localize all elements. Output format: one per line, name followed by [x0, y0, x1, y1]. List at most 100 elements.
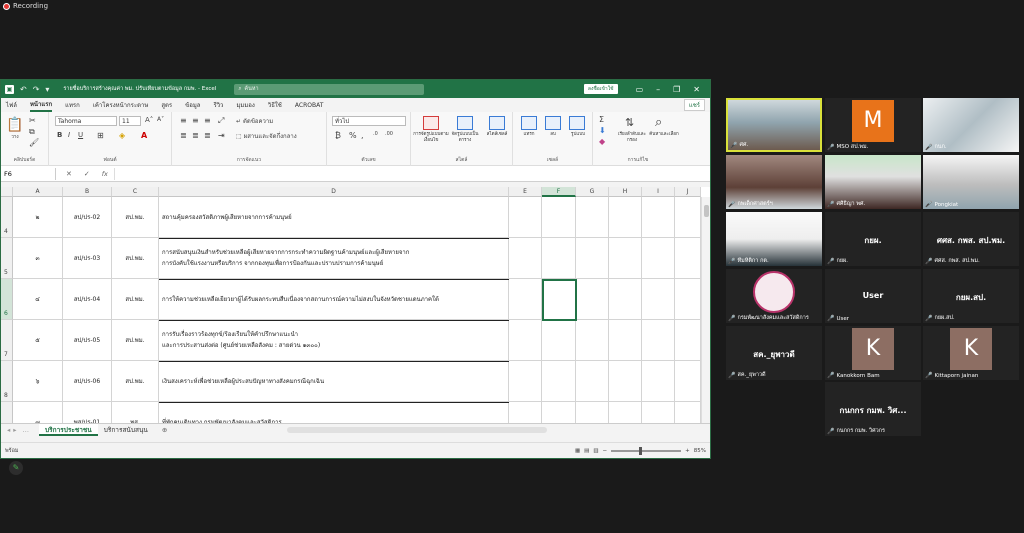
align-center-icon[interactable]: ≣: [192, 131, 199, 140]
italic-icon[interactable]: I: [68, 131, 70, 139]
cell-g[interactable]: [576, 320, 609, 360]
zoom-in-icon[interactable]: +: [685, 448, 690, 454]
tab-insert[interactable]: แทรก: [65, 100, 80, 110]
cell-i[interactable]: [642, 320, 675, 360]
clear-icon[interactable]: ◆: [599, 137, 605, 146]
indent-icon[interactable]: ⇥: [218, 131, 225, 140]
shrink-font-icon[interactable]: A˅: [157, 116, 164, 123]
cell-d[interactable]: การให้ความช่วยเหลือเยียวยาผู้ได้รับผลกระ…: [159, 279, 509, 319]
close-icon[interactable]: ✕: [693, 85, 700, 94]
format-painter-icon[interactable]: 🖌: [29, 138, 39, 147]
horizontal-scrollbar[interactable]: [287, 427, 548, 433]
cell-e[interactable]: [509, 238, 542, 278]
comma-icon[interactable]: ,: [361, 131, 364, 140]
cell-c[interactable]: พส.: [112, 402, 159, 423]
vertical-scrollbar[interactable]: [701, 197, 710, 423]
participant-tile[interactable]: 🎤 ศศ.: [726, 98, 822, 152]
col-header-f[interactable]: F: [542, 187, 576, 197]
cell-h[interactable]: [609, 402, 642, 423]
grow-font-icon[interactable]: A˄: [145, 116, 153, 124]
font-size-select[interactable]: 11: [119, 116, 141, 126]
formula-buttons-icon[interactable]: ✕✓: [66, 170, 102, 178]
cell-j[interactable]: [675, 402, 701, 423]
font-name-select[interactable]: Tahoma: [55, 116, 117, 126]
cond-format-label[interactable]: การจัดรูปแบบตามเงื่อนไข: [413, 132, 449, 144]
cell-b[interactable]: สป/ปร-05: [63, 320, 112, 360]
participant-tile[interactable]: K 🎤 Kanokkorn Bam: [825, 326, 921, 380]
col-header-c[interactable]: C: [112, 187, 159, 197]
insert-label[interactable]: แทรก: [517, 132, 541, 138]
tab-view[interactable]: มุมมอง: [236, 100, 254, 110]
customize-icon[interactable]: ▾: [45, 85, 49, 94]
participant-tile[interactable]: M 🎤 MSO สป.พม.: [825, 98, 921, 152]
row-header[interactable]: 7: [1, 320, 13, 361]
zoom-knob[interactable]: [639, 446, 643, 455]
cell-c[interactable]: สป.พม.: [112, 238, 159, 278]
cell-c[interactable]: สป.พม.: [112, 197, 159, 237]
autosave-icon[interactable]: ▣: [5, 84, 14, 94]
format-table-label[interactable]: จัดรูปแบบเป็นตาราง: [447, 132, 483, 144]
search-box[interactable]: ⌕ ค้นหา: [234, 83, 425, 95]
cell-g[interactable]: [576, 361, 609, 401]
cell-a[interactable]: ๗: [13, 402, 63, 423]
format-table-icon[interactable]: [457, 116, 473, 130]
copy-icon[interactable]: ⧉: [29, 127, 35, 137]
cell-e[interactable]: [509, 320, 542, 360]
cut-icon[interactable]: ✂: [29, 116, 36, 125]
format-cells-icon[interactable]: [569, 116, 585, 130]
cell-f[interactable]: [542, 320, 576, 360]
cell-j[interactable]: [675, 197, 701, 237]
page-layout-icon[interactable]: ▤: [584, 448, 589, 454]
cell-b[interactable]: พส/ปร-01: [63, 402, 112, 423]
participant-tile[interactable]: 🎤 กพเด็กศาสตร์ฯ: [726, 155, 822, 209]
cell-d[interactable]: เงินสงเคราะห์เพื่อช่วยเหลือผู้ประสบปัญหา…: [159, 361, 509, 401]
sheet-next-icon[interactable]: ▸: [13, 426, 16, 434]
delete-cells-icon[interactable]: [545, 116, 561, 130]
cell-i[interactable]: [642, 238, 675, 278]
participant-tile[interactable]: กยผ. 🎤 กยผ.: [825, 212, 921, 266]
restore-icon[interactable]: ❐: [673, 85, 680, 94]
cell-h[interactable]: [609, 279, 642, 319]
participant-tile[interactable]: K 🎤 Kittaporn jainan: [923, 326, 1019, 380]
participant-tile[interactable]: สค._ยุพาวดี 🎤 สค._ยุพาวดี: [726, 326, 822, 380]
redo-icon[interactable]: ↷: [33, 85, 40, 94]
participant-tile[interactable]: 🎤 ทีมหิติกา กต.: [726, 212, 822, 266]
ribbon-display-icon[interactable]: ▭: [636, 85, 644, 94]
col-header-e[interactable]: E: [509, 187, 542, 197]
format-label[interactable]: รูปแบบ: [565, 132, 591, 138]
participant-tile[interactable]: 🎤 กบภ.: [923, 98, 1019, 152]
font-color-icon[interactable]: A: [141, 131, 147, 140]
name-box[interactable]: F6: [1, 167, 56, 180]
sheet-tab-public-service[interactable]: บริการประชาชน: [39, 424, 98, 436]
row-header[interactable]: 4: [1, 197, 13, 238]
cell-c[interactable]: สป.พม.: [112, 279, 159, 319]
find-select-label[interactable]: ค้นหาและเลือก: [649, 132, 679, 138]
sheet-tab-support-service[interactable]: บริการสนับสนุน: [98, 424, 154, 436]
cell-f[interactable]: [542, 402, 576, 423]
cell-h[interactable]: [609, 197, 642, 237]
cell-c[interactable]: สป.พม.: [112, 320, 159, 360]
cell-i[interactable]: [642, 279, 675, 319]
col-header-g[interactable]: G: [576, 187, 609, 197]
col-header-h[interactable]: H: [609, 187, 642, 197]
cell-f[interactable]: [542, 361, 576, 401]
align-left-icon[interactable]: ≣: [180, 131, 187, 140]
col-header-i[interactable]: I: [642, 187, 675, 197]
share-button[interactable]: แชร์: [683, 99, 705, 111]
bold-icon[interactable]: B: [57, 131, 62, 139]
cell-c[interactable]: สป.พม.: [112, 361, 159, 401]
cell-h[interactable]: [609, 361, 642, 401]
participant-tile[interactable]: ศศส. กพส. สป.พม. 🎤 ศศส. กพส. สป.พม.: [923, 212, 1019, 266]
row-header[interactable]: 5: [1, 238, 13, 279]
page-break-icon[interactable]: ▥: [593, 448, 598, 454]
cell-a[interactable]: ๔: [13, 279, 63, 319]
cell-d[interactable]: การรับเรื่องราวร้องทุกข์/ร้องเรียนให้คำป…: [159, 320, 509, 360]
cell-b[interactable]: สป/ปร-03: [63, 238, 112, 278]
find-select-icon[interactable]: ⌕: [655, 115, 662, 130]
row-header[interactable]: 8: [1, 361, 13, 402]
fill-color-icon[interactable]: ◈: [119, 131, 125, 140]
borders-icon[interactable]: ⊞: [97, 131, 104, 140]
col-header-d[interactable]: D: [159, 187, 509, 197]
col-header-j[interactable]: J: [675, 187, 701, 197]
tab-page-layout[interactable]: เค้าโครงหน้ากระดาษ: [93, 100, 149, 110]
